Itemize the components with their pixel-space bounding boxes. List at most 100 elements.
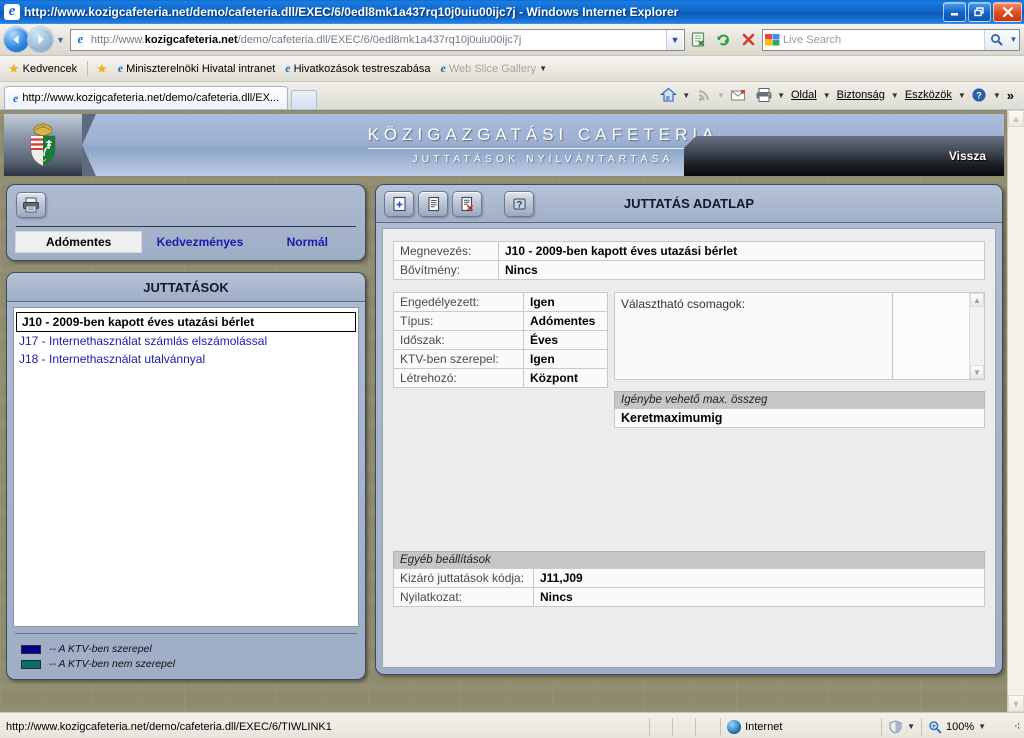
tools-menu-caret-icon[interactable]: ▼ [958, 91, 966, 100]
field-value: Adómentes [523, 311, 608, 331]
search-box[interactable]: Live Search ▼ [762, 28, 1020, 51]
address-bar[interactable]: e http://www.kozigcafeteria.net/demo/caf… [69, 28, 685, 51]
packages-scrollbar[interactable]: ▲ ▼ [969, 293, 984, 379]
detail-body: Megnevezés: J10 - 2009-ben kapott éves u… [382, 228, 996, 668]
scroll-up-icon[interactable]: ▲ [1008, 110, 1024, 127]
page-menu-caret-icon[interactable]: ▼ [823, 91, 831, 100]
stop-button[interactable] [737, 28, 760, 51]
edit-record-icon [427, 196, 439, 211]
search-input[interactable]: Live Search [783, 34, 984, 46]
security-menu-caret-icon[interactable]: ▼ [891, 91, 899, 100]
address-dropdown-icon[interactable]: ▼ [666, 29, 683, 50]
packages-label: Választható csomagok: [621, 297, 746, 311]
page-menu[interactable]: Oldal [787, 89, 821, 101]
search-provider-caret-icon[interactable]: ▼ [1008, 29, 1019, 50]
restore-button[interactable] [968, 2, 991, 22]
list-item[interactable]: J10 - 2009-ben kapott éves utazási bérle… [16, 312, 356, 332]
compatibility-view-icon[interactable] [687, 28, 710, 51]
edit-record-button[interactable] [418, 190, 448, 217]
link-favicon-icon: e [117, 61, 124, 75]
legend-row: -- A KTV-ben nem szerepel [21, 658, 357, 670]
command-bar-overflow[interactable]: » [1003, 88, 1018, 103]
scroll-up-icon[interactable]: ▲ [970, 293, 984, 307]
print-icon-button[interactable] [16, 192, 46, 218]
page-columns: Adómentes Kedvezményes Normál JUTTATÁSOK… [0, 176, 1007, 680]
tools-menu[interactable]: Eszközök [901, 89, 956, 101]
protected-mode-caret-icon[interactable]: ▼ [907, 722, 915, 731]
scroll-down-icon[interactable]: ▼ [1008, 695, 1024, 712]
list-item[interactable]: J17 - Internethasználat számlás elszámol… [14, 332, 358, 350]
minimize-button[interactable] [943, 2, 966, 22]
feeds-button[interactable] [692, 84, 715, 107]
table-row: Kizáró juttatások kódja: J11,J09 [393, 568, 985, 588]
zoom-control[interactable]: 100% ▼ [922, 717, 1008, 737]
browser-tab[interactable]: e http://www.kozigcafeteria.net/demo/caf… [4, 86, 289, 109]
list-item[interactable]: J18 - Internethasználat utalvánnyal [14, 350, 358, 368]
status-slot-2 [673, 717, 695, 737]
benefits-legend: -- A KTV-ben szerepel -- A KTV-ben nem s… [15, 633, 357, 670]
resize-grip[interactable]: ⁖ [1008, 717, 1024, 737]
printer-icon [23, 197, 39, 213]
favorites-button[interactable]: ★ Kedvencek [4, 60, 83, 77]
field-value: Éves [523, 330, 608, 350]
favorites-divider [87, 60, 89, 77]
detail-middle-row: Engedélyezett: Igen Típus: Adómentes Idő… [393, 292, 985, 428]
banner-back-area: Vissza [684, 136, 1004, 176]
zoom-caret-icon[interactable]: ▼ [978, 722, 986, 731]
field-label: Kizáró juttatások kódja: [393, 568, 534, 588]
security-menu[interactable]: Biztonság [833, 89, 889, 101]
field-value: J10 - 2009-ben kapott éves utazási bérle… [498, 241, 985, 261]
tab-adomentes[interactable]: Adómentes [16, 232, 142, 252]
close-button[interactable] [993, 2, 1022, 22]
status-slot-3 [696, 717, 720, 737]
home-caret-icon[interactable]: ▼ [682, 91, 690, 100]
feeds-caret-icon: ▼ [717, 90, 726, 100]
security-zone[interactable]: Internet [721, 717, 881, 737]
new-tab-button[interactable] [291, 90, 318, 109]
home-button[interactable] [657, 84, 680, 107]
internet-explorer-icon: e [4, 4, 20, 20]
main-fields-column: Engedélyezett: Igen Típus: Adómentes Idő… [393, 292, 608, 388]
tab-kedvezmenyes[interactable]: Kedvezményes [141, 232, 258, 252]
packages-list-inner[interactable] [893, 293, 969, 379]
favorite-link-1[interactable]: e Hivatkozások testreszabása [281, 59, 436, 78]
help-button[interactable]: ? [968, 84, 991, 107]
add-to-favorites-button[interactable]: ★ [92, 60, 114, 77]
legend-label: -- A KTV-ben nem szerepel [49, 658, 176, 670]
browser-title-bar: e http://www.kozigcafeteria.net/demo/caf… [0, 0, 1024, 24]
search-icon[interactable] [984, 29, 1008, 50]
svg-text:?: ? [516, 199, 522, 210]
delete-record-icon [460, 196, 473, 211]
delete-record-button[interactable] [452, 190, 482, 217]
link-favicon-icon: e [285, 61, 291, 75]
favorite-link-0[interactable]: e Miniszterelnöki Hivatal intranet [114, 59, 282, 78]
svg-text:?: ? [977, 91, 983, 101]
print-button[interactable] [752, 84, 775, 107]
table-row: KTV-ben szerepel: Igen [393, 349, 608, 369]
help-caret-icon[interactable]: ▼ [993, 91, 1001, 100]
tab-normal[interactable]: Normál [259, 232, 356, 252]
page-favicon-icon: e [77, 31, 84, 46]
benefits-list[interactable]: J10 - 2009-ben kapott éves utazási bérle… [13, 307, 359, 627]
refresh-button[interactable] [712, 28, 735, 51]
back-link[interactable]: Vissza [949, 149, 986, 163]
back-button[interactable] [4, 27, 29, 52]
print-caret-icon[interactable]: ▼ [777, 91, 785, 100]
favorite-link-2[interactable]: e Web Slice Gallery ▼ [437, 59, 553, 78]
new-record-button[interactable] [384, 190, 414, 217]
help-button[interactable]: ? [504, 190, 534, 217]
zoom-level: 100% [946, 720, 975, 733]
window-title: http://www.kozigcafeteria.net/demo/cafet… [24, 5, 679, 19]
main-fields-table: Engedélyezett: Igen Típus: Adómentes Idő… [393, 292, 608, 388]
tab-bar: e http://www.kozigcafeteria.net/demo/caf… [0, 82, 1024, 110]
chevron-down-icon[interactable]: ▼ [539, 64, 547, 73]
scroll-down-icon[interactable]: ▼ [970, 365, 984, 379]
zoom-icon [929, 720, 942, 733]
packages-list[interactable]: ▲ ▼ [892, 293, 984, 379]
benefits-panel-title: JUTTATÁSOK [7, 273, 365, 302]
forward-button[interactable] [28, 27, 53, 52]
protected-mode-indicator[interactable]: ▼ [882, 717, 921, 737]
mail-button[interactable] [727, 84, 750, 107]
recent-pages-caret-icon[interactable]: ▼ [56, 35, 65, 45]
page-vertical-scrollbar[interactable]: ▲ ▼ [1007, 110, 1024, 712]
